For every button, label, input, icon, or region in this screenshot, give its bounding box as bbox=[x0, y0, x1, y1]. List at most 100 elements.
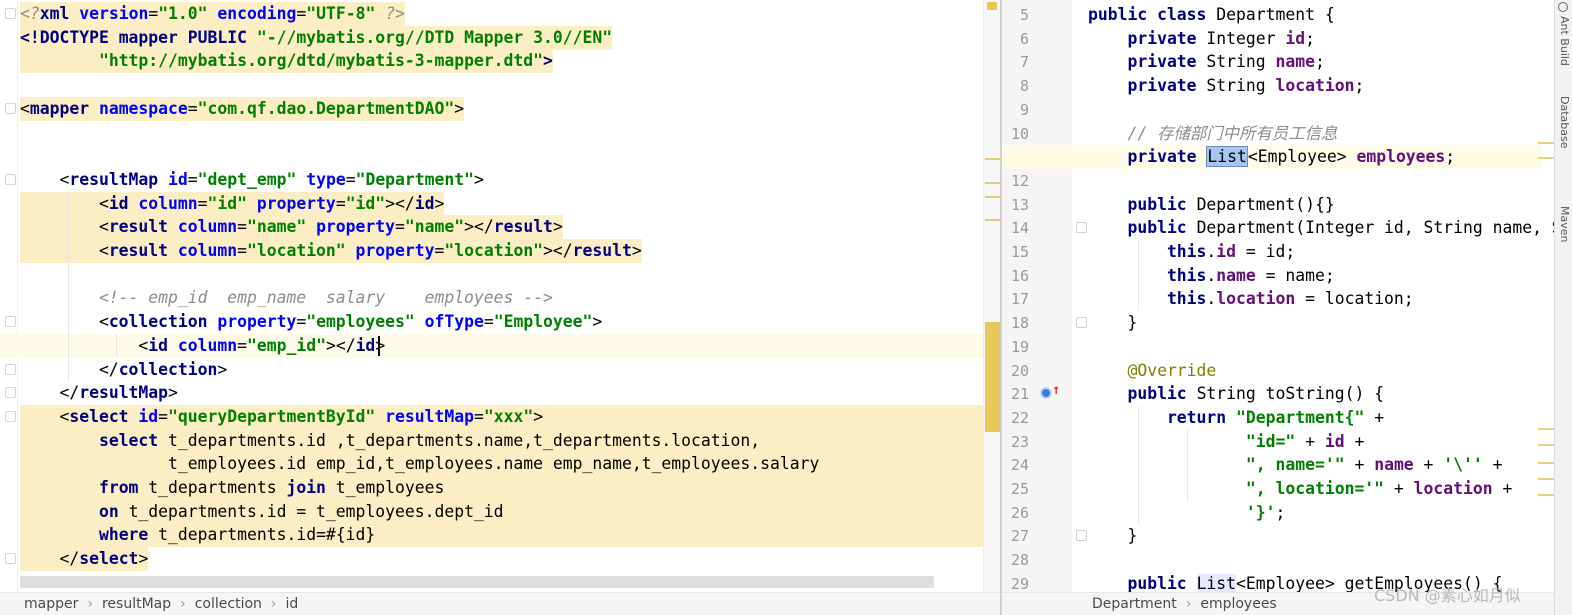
code-token: t_departments.id=#{id} bbox=[158, 525, 376, 545]
code-line[interactable]: public String toString() { bbox=[1072, 382, 1542, 406]
code-line[interactable]: <select id="queryDepartmentById" resultM… bbox=[20, 404, 986, 429]
code-line[interactable]: '}'; bbox=[1072, 501, 1542, 525]
eye-icon[interactable] bbox=[1558, 2, 1568, 12]
fold-icon[interactable] bbox=[1076, 317, 1087, 329]
code-line[interactable]: // 存储部门中所有员工信息 bbox=[1072, 122, 1542, 146]
code-token: = bbox=[187, 169, 198, 189]
fold-icon[interactable] bbox=[5, 102, 16, 114]
fold-icon[interactable] bbox=[1076, 222, 1087, 234]
code-token: Department(Integer id, String name, Stri… bbox=[1196, 218, 1572, 238]
code-token: = bbox=[483, 312, 494, 332]
code-line[interactable]: private String location; bbox=[1072, 74, 1542, 98]
code-token: public bbox=[1088, 573, 1197, 593]
code-line[interactable]: <mapper namespace="com.qf.dao.Department… bbox=[0, 96, 990, 121]
code-line[interactable]: this.location = location; bbox=[1072, 287, 1542, 311]
code-line[interactable] bbox=[1072, 335, 1542, 359]
code-token: < bbox=[20, 241, 109, 260]
horizontal-scrollbar[interactable] bbox=[20, 576, 934, 588]
override-arrow-icon[interactable]: ↑ bbox=[1052, 382, 1060, 398]
code-line[interactable]: "id=" + id + bbox=[1072, 430, 1542, 454]
code-line[interactable]: </collection> bbox=[0, 358, 990, 382]
code-line[interactable]: <id column="id" property="id"></id> bbox=[0, 191, 990, 216]
xml-code-area[interactable]: <?xml version="1.0" encoding="UTF-8" ?> <… bbox=[0, 0, 990, 592]
code-line[interactable] bbox=[1072, 98, 1542, 122]
code-line[interactable] bbox=[0, 144, 990, 168]
code-line[interactable]: <result column="location" property="loca… bbox=[0, 239, 990, 263]
breadcrumb-mapper[interactable]: mapper bbox=[24, 593, 78, 615]
breadcrumb-resultmap[interactable]: resultMap bbox=[102, 593, 171, 615]
code-line[interactable]: public class Department { bbox=[1072, 3, 1542, 27]
code-line-text: </collection> bbox=[20, 358, 227, 382]
code-line[interactable]: </select> bbox=[0, 547, 990, 572]
code-token: . bbox=[1206, 242, 1217, 261]
code-token: > bbox=[592, 312, 603, 332]
code-token: = bbox=[473, 406, 484, 426]
code-line[interactable]: } bbox=[1072, 524, 1542, 548]
code-line[interactable]: public Department(){} bbox=[1072, 193, 1542, 217]
breadcrumb-collection[interactable]: collection bbox=[195, 593, 262, 615]
line-number: 15 bbox=[1010, 243, 1029, 261]
code-line[interactable]: "http://mybatis.org/dtd/mybatis-3-mapper… bbox=[0, 49, 990, 74]
fold-icon[interactable] bbox=[5, 410, 16, 422]
code-line[interactable]: </resultMap> bbox=[0, 381, 990, 405]
code-line[interactable]: <id column="emp_id"></id> bbox=[0, 333, 990, 358]
code-line[interactable]: private String name; bbox=[1072, 50, 1542, 74]
code-line[interactable]: this.name = name; bbox=[1072, 264, 1542, 288]
code-line[interactable] bbox=[1072, 169, 1542, 193]
tool-window-database[interactable]: Database bbox=[1558, 96, 1571, 149]
code-token: "id=" bbox=[1245, 431, 1306, 451]
code-line[interactable]: <!DOCTYPE mapper PUBLIC "-//mybatis.org/… bbox=[0, 25, 990, 50]
fold-icon[interactable] bbox=[5, 387, 16, 399]
code-line[interactable]: from t_departments join t_employees bbox=[20, 476, 986, 500]
code-line[interactable]: private List<Employee> employees; bbox=[1072, 145, 1542, 170]
code-line[interactable]: on t_departments.id = t_employees.dept_i… bbox=[20, 499, 986, 524]
breadcrumb-id[interactable]: id bbox=[286, 593, 299, 615]
code-line[interactable]: this.id = id; bbox=[1072, 240, 1542, 264]
code-token: < bbox=[20, 193, 109, 213]
fold-icon[interactable] bbox=[1076, 530, 1087, 542]
code-line[interactable]: ", name='" + name + '\'' + bbox=[1072, 453, 1542, 477]
code-line[interactable] bbox=[1072, 548, 1542, 572]
code-line[interactable]: ", location='" + location + bbox=[1072, 477, 1542, 501]
code-line[interactable]: <?xml version="1.0" encoding="UTF-8" ?> bbox=[0, 2, 990, 26]
code-token: < bbox=[20, 335, 149, 355]
code-line-text: } bbox=[1088, 524, 1137, 548]
code-line[interactable]: @Override bbox=[1072, 359, 1542, 383]
code-token: result bbox=[572, 241, 632, 260]
code-token: ", name='" bbox=[1245, 455, 1355, 475]
xml-breadcrumb[interactable]: mapper › resultMap › collection › id bbox=[0, 592, 1000, 615]
mapper-xml-editor[interactable]: <?xml version="1.0" encoding="UTF-8" ?> <… bbox=[0, 0, 1000, 615]
code-line[interactable]: <!-- emp_id emp_name salary employees --… bbox=[0, 286, 990, 310]
code-line[interactable]: } bbox=[1072, 311, 1542, 335]
tool-window-ant-build[interactable]: Ant Build bbox=[1558, 16, 1571, 66]
tool-window-maven[interactable]: Maven bbox=[1558, 206, 1571, 242]
code-token: = bbox=[197, 193, 208, 213]
code-line[interactable] bbox=[0, 121, 990, 145]
override-gutter-icon[interactable] bbox=[1040, 387, 1052, 399]
code-line[interactable]: t_employees.id emp_id,t_employees.name e… bbox=[20, 452, 986, 477]
code-line[interactable]: where t_departments.id=#{id} bbox=[20, 523, 986, 548]
fold-icon[interactable] bbox=[5, 316, 16, 328]
right-error-stripe[interactable] bbox=[1538, 0, 1554, 592]
code-line[interactable]: <collection property="employees" ofType=… bbox=[0, 310, 990, 334]
code-line[interactable]: <resultMap id="dept_emp" type="Departmen… bbox=[0, 168, 990, 192]
breadcrumb-department[interactable]: Department bbox=[1092, 593, 1177, 615]
code-token: > bbox=[138, 549, 149, 569]
code-line[interactable]: select t_departments.id ,t_departments.n… bbox=[20, 428, 986, 453]
code-token: property bbox=[316, 217, 396, 237]
breadcrumb-employees[interactable]: employees bbox=[1200, 593, 1276, 615]
code-line[interactable]: public Department(Integer id, String nam… bbox=[1072, 216, 1572, 240]
code-line[interactable]: private Integer id; bbox=[1072, 27, 1542, 51]
code-line[interactable] bbox=[0, 73, 990, 97]
fold-icon[interactable] bbox=[5, 553, 16, 565]
department-java-editor[interactable]: 5678910111213141516171819202122232425262… bbox=[1002, 0, 1572, 615]
error-stripe[interactable] bbox=[983, 0, 1000, 592]
fold-icon[interactable] bbox=[5, 363, 16, 375]
fold-icon[interactable] bbox=[5, 8, 16, 19]
fold-icon[interactable] bbox=[5, 173, 16, 185]
code-line[interactable]: return "Department{" + bbox=[1072, 406, 1542, 430]
code-line[interactable] bbox=[0, 263, 990, 287]
code-line[interactable]: <result column="name" property="name"></… bbox=[0, 215, 990, 240]
code-token: "location" bbox=[444, 241, 544, 260]
